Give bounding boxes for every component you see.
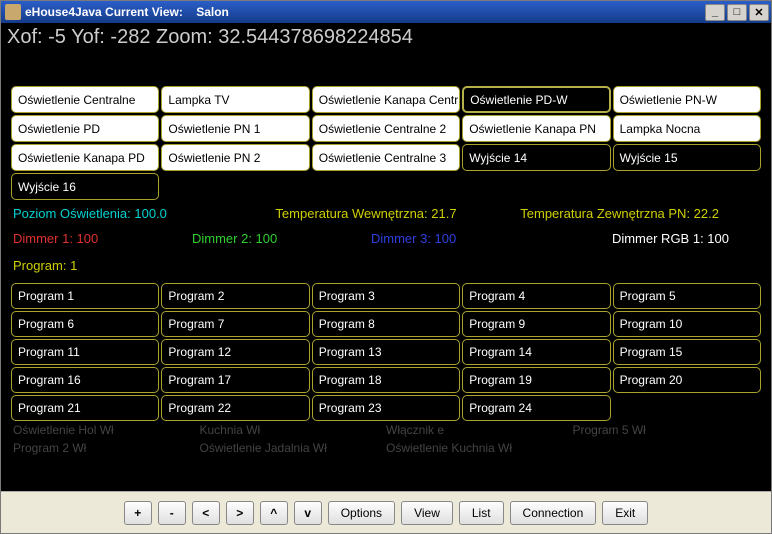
output-button[interactable]: Lampka Nocna <box>613 115 761 142</box>
program-button[interactable]: Program 23 <box>312 395 460 421</box>
view-button[interactable]: View <box>401 501 453 525</box>
zoom-in-button[interactable]: + <box>124 501 152 525</box>
program-button[interactable]: Program 17 <box>161 367 309 393</box>
ghost-text: Oświetlenie Hol Wł <box>13 423 200 437</box>
program-button[interactable]: Program 6 <box>11 311 159 337</box>
program-button[interactable]: Program 3 <box>312 283 460 309</box>
maximize-button[interactable]: □ <box>727 4 747 21</box>
content-area: Xof: -5 Yof: -282 Zoom: 32.5443786982248… <box>1 23 771 491</box>
output-button[interactable]: Wyjście 14 <box>462 144 610 171</box>
status-row: Poziom Oświetlenia: 100.0 Temperatura We… <box>1 200 771 227</box>
output-button[interactable]: Oświetlenie Kanapa PN <box>462 115 610 142</box>
exit-button[interactable]: Exit <box>602 501 648 525</box>
dimmer-2: Dimmer 2: 100 <box>192 231 371 246</box>
titlebar: eHouse4Java Current View: Salon _ □ ✕ <box>1 1 771 23</box>
output-button[interactable]: Oświetlenie Centralne 2 <box>312 115 460 142</box>
program-button[interactable]: Program 16 <box>11 367 159 393</box>
ghost-text: Włącznik e <box>386 423 573 437</box>
ghost-text: Program 5 Wł <box>573 423 760 437</box>
options-button[interactable]: Options <box>328 501 395 525</box>
app-name: eHouse4Java Current View: <box>25 5 183 19</box>
program-button[interactable]: Program 8 <box>312 311 460 337</box>
connection-button[interactable]: Connection <box>510 501 597 525</box>
close-button[interactable]: ✕ <box>749 4 769 21</box>
coordinates-display: Xof: -5 Yof: -282 Zoom: 32.5443786982248… <box>1 23 771 52</box>
temp-internal: Temperatura Wewnętrzna: 21.7 <box>248 206 483 221</box>
output-button[interactable]: Wyjście 16 <box>11 173 159 200</box>
minimize-button[interactable]: _ <box>705 4 725 21</box>
room-name: Salon <box>196 5 229 19</box>
output-button[interactable]: Oświetlenie Kanapa Centr <box>312 86 460 113</box>
output-button[interactable]: Oświetlenie Kanapa PD <box>11 144 159 171</box>
program-button[interactable]: Program 22 <box>161 395 309 421</box>
zoom-out-button[interactable]: - <box>158 501 186 525</box>
output-button[interactable]: Oświetlenie PN-W <box>613 86 761 113</box>
program-button[interactable]: Program 1 <box>11 283 159 309</box>
nav-left-button[interactable]: < <box>192 501 220 525</box>
output-button[interactable]: Lampka TV <box>161 86 309 113</box>
program-button[interactable]: Program 24 <box>462 395 610 421</box>
program-button[interactable]: Program 7 <box>161 311 309 337</box>
dimmer-3: Dimmer 3: 100 <box>371 231 550 246</box>
ghost-text: Oświetlenie Kuchnia Wł <box>386 441 573 455</box>
window-controls: _ □ ✕ <box>705 4 769 21</box>
program-button[interactable]: Program 10 <box>613 311 761 337</box>
ghost-text <box>573 441 760 455</box>
nav-up-button[interactable]: ^ <box>260 501 288 525</box>
dimmer-rgb: Dimmer RGB 1: 100 <box>550 231 759 246</box>
dimmer-1: Dimmer 1: 100 <box>13 231 192 246</box>
ghost-row-1: Oświetlenie Hol Wł Kuchnia Wł Włącznik e… <box>1 421 771 439</box>
program-button[interactable]: Program 15 <box>613 339 761 365</box>
program-button[interactable]: Program 21 <box>11 395 159 421</box>
output-button[interactable]: Oświetlenie Centralne 3 <box>312 144 460 171</box>
output-button[interactable]: Oświetlenie PN 1 <box>161 115 309 142</box>
app-window: eHouse4Java Current View: Salon _ □ ✕ Xo… <box>0 0 772 534</box>
list-button[interactable]: List <box>459 501 504 525</box>
output-button[interactable]: Wyjście 15 <box>613 144 761 171</box>
ghost-text: Program 2 Wł <box>13 441 200 455</box>
program-button[interactable]: Program 20 <box>613 367 761 393</box>
output-button[interactable]: Oświetlenie PN 2 <box>161 144 309 171</box>
ghost-row-2: Program 2 Wł Oświetlenie Jadalnia Wł Ośw… <box>1 439 771 457</box>
program-button[interactable]: Program 19 <box>462 367 610 393</box>
program-label: Program: 1 <box>1 250 771 279</box>
programs-grid: Program 1Program 2Program 3Program 4Prog… <box>1 279 771 421</box>
program-button[interactable]: Program 4 <box>462 283 610 309</box>
output-button[interactable]: Oświetlenie PD-W <box>462 86 610 113</box>
program-button[interactable]: Program 12 <box>161 339 309 365</box>
output-button[interactable]: Oświetlenie PD <box>11 115 159 142</box>
program-button[interactable]: Program 9 <box>462 311 610 337</box>
window-title: eHouse4Java Current View: Salon <box>25 5 705 19</box>
output-button[interactable]: Oświetlenie Centralne <box>11 86 159 113</box>
ghost-text: Kuchnia Wł <box>200 423 387 437</box>
program-button[interactable]: Program 14 <box>462 339 610 365</box>
nav-right-button[interactable]: > <box>226 501 254 525</box>
program-button[interactable]: Program 11 <box>11 339 159 365</box>
program-button[interactable]: Program 2 <box>161 283 309 309</box>
ghost-text: Oświetlenie Jadalnia Wł <box>200 441 387 455</box>
program-button[interactable]: Program 5 <box>613 283 761 309</box>
outputs-grid: Oświetlenie CentralneLampka TVOświetleni… <box>1 82 771 200</box>
temp-external: Temperatura Zewnętrzna PN: 22.2 <box>484 206 759 221</box>
toolbar: + - < > ^ v Options View List Connection… <box>1 491 771 533</box>
dimmer-row: Dimmer 1: 100 Dimmer 2: 100 Dimmer 3: 10… <box>1 227 771 250</box>
program-button[interactable]: Program 18 <box>312 367 460 393</box>
app-icon <box>5 4 21 20</box>
nav-down-button[interactable]: v <box>294 501 322 525</box>
program-button[interactable]: Program 13 <box>312 339 460 365</box>
light-level: Poziom Oświetlenia: 100.0 <box>13 206 248 221</box>
